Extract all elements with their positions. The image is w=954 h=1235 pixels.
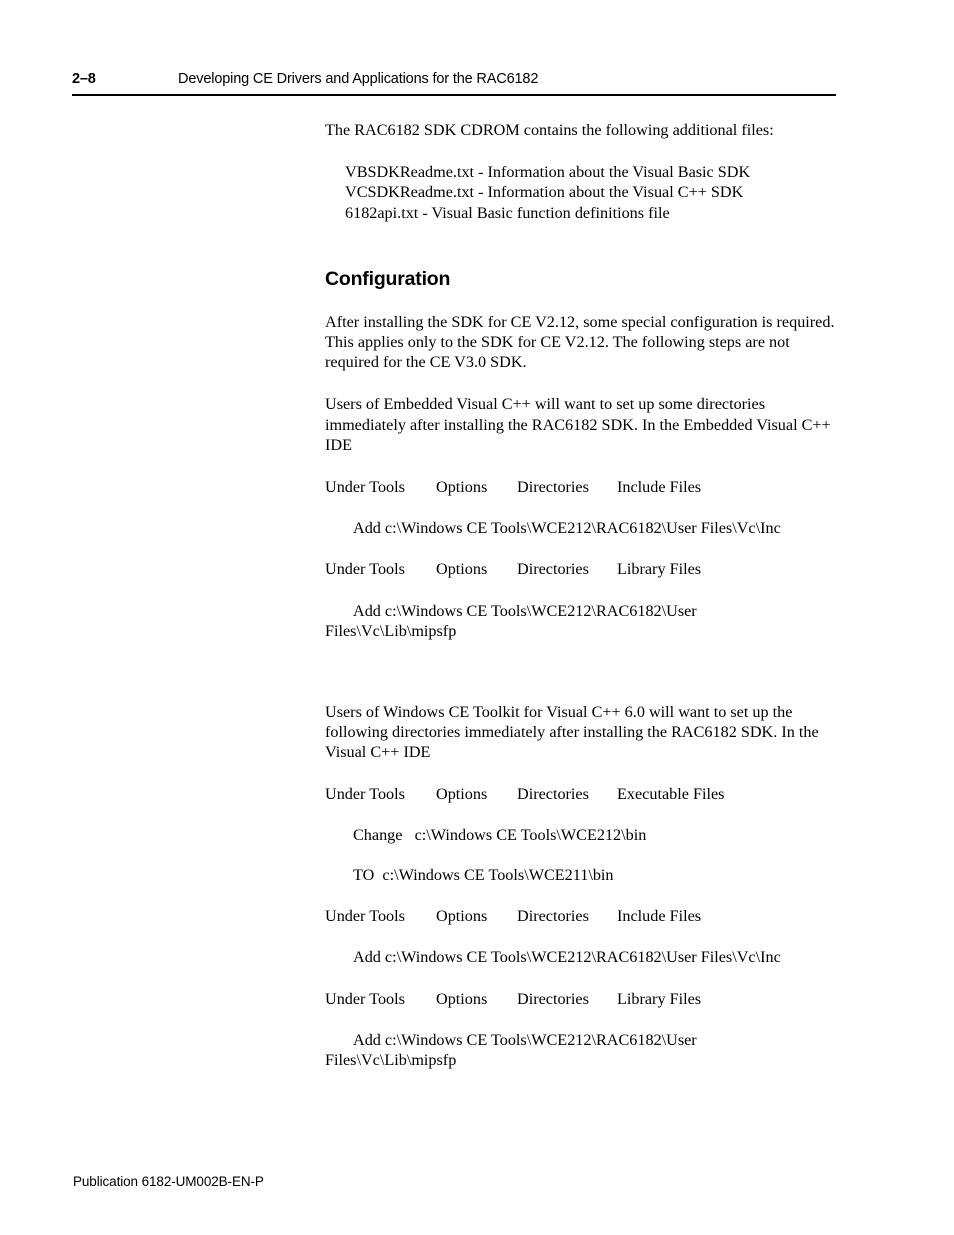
menu-path-segment: Under Tools	[325, 989, 405, 1008]
directory-path-line: Add c:\Windows CE Tools\WCE212\RAC6182\U…	[353, 601, 697, 620]
page-header: 2–8 Developing CE Drivers and Applicatio…	[72, 70, 837, 96]
header-title: Developing CE Drivers and Applications f…	[178, 71, 539, 87]
configuration-paragraph-1: After installing the SDK for CE V2.12, s…	[325, 312, 835, 372]
vc6-steps: Under Tools Options Directories Executab…	[325, 784, 845, 1071]
publication-footer: Publication 6182-UM002B-EN-P	[73, 1174, 264, 1189]
directory-path-line: Add c:\Windows CE Tools\WCE212\RAC6182\U…	[353, 1030, 697, 1049]
directory-path-instruction: Add c:\Windows CE Tools\WCE212\RAC6182\U…	[325, 1030, 845, 1070]
directory-path-line: Files\Vc\Lib\mipsfp	[325, 1051, 457, 1069]
page-content: The RAC6182 SDK CDROM contains the follo…	[325, 120, 845, 1070]
menu-path-row: Under Tools Options Directories Include …	[325, 477, 845, 497]
change-path-value: c:\Windows CE Tools\WCE212\bin	[414, 825, 647, 844]
menu-path-segment: Options	[436, 989, 488, 1008]
menu-path-segment: Executable Files	[617, 784, 725, 803]
configuration-paragraph-2: Users of Embedded Visual C++ will want t…	[325, 395, 831, 454]
to-path-value: c:\Windows CE Tools\WCE211\bin	[382, 866, 614, 885]
menu-path-segment: Under Tools	[325, 478, 405, 497]
menu-path-row: Under Tools Options Directories Library …	[325, 989, 845, 1009]
menu-path-segment: Library Files	[617, 560, 702, 579]
page-number: 2–8	[72, 71, 96, 87]
change-label: Change	[353, 825, 403, 844]
menu-path-segment: Options	[436, 560, 488, 579]
directory-path-line: Files\Vc\Lib\mipsfp	[325, 621, 457, 640]
menu-path-row: Under Tools Options Directories Executab…	[325, 784, 845, 804]
directory-path-instruction: Add c:\Windows CE Tools\WCE212\RAC6182\U…	[325, 601, 845, 641]
directory-path-instruction: Add c:\Windows CE Tools\WCE212\RAC6182\U…	[353, 519, 781, 538]
menu-path-segment: Under Tools	[325, 560, 405, 579]
section-heading-configuration: Configuration	[325, 267, 451, 290]
menu-path-segment: Directories	[517, 907, 589, 926]
to-label: TO	[353, 866, 375, 885]
menu-path-segment: Include Files	[617, 478, 702, 497]
menu-path-segment: Directories	[517, 478, 589, 497]
menu-path-segment: Library Files	[617, 989, 702, 1008]
menu-path-segment: Directories	[517, 989, 589, 1008]
intro-paragraph: The RAC6182 SDK CDROM contains the follo…	[325, 121, 774, 139]
to-path-instruction: TO c:\Windows CE Tools\WCE211\bin	[325, 865, 845, 885]
list-item: VBSDKReadme.txt - Information about the …	[345, 163, 751, 182]
list-item: VCSDKReadme.txt - Information about the …	[345, 183, 744, 202]
document-page: 2–8 Developing CE Drivers and Applicatio…	[0, 0, 954, 1235]
directory-path-instruction: Add c:\Windows CE Tools\WCE212\RAC6182\U…	[353, 948, 781, 967]
menu-path-segment: Under Tools	[325, 907, 405, 926]
menu-path-segment: Options	[436, 907, 488, 926]
change-path-instruction: Change c:\Windows CE Tools\WCE212\bin	[325, 825, 845, 845]
menu-path-segment: Under Tools	[325, 784, 405, 803]
list-item: 6182api.txt - Visual Basic function defi…	[345, 203, 670, 222]
menu-path-row: Under Tools Options Directories Include …	[325, 906, 845, 926]
configuration-paragraph-3: Users of Windows CE Toolkit for Visual C…	[325, 703, 819, 762]
menu-path-row: Under Tools Options Directories Library …	[325, 559, 845, 579]
menu-path-segment: Directories	[517, 784, 589, 803]
menu-path-segment: Directories	[517, 560, 589, 579]
menu-path-segment: Options	[436, 478, 488, 497]
additional-files-list: VBSDKReadme.txt - Information about the …	[325, 162, 845, 223]
menu-path-segment: Options	[436, 784, 488, 803]
header-rule	[72, 94, 836, 96]
menu-path-segment: Include Files	[617, 907, 702, 926]
evc-steps: Under Tools Options Directories Include …	[325, 477, 845, 641]
